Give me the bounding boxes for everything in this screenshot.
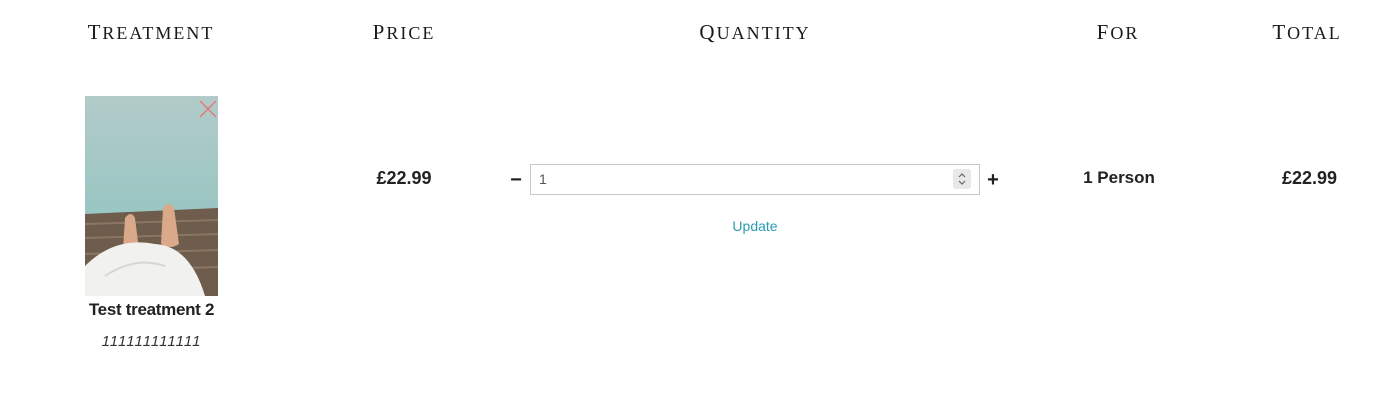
treatment-code: 111111111111 [101,333,202,350]
treatment-photo[interactable] [85,96,218,296]
item-price: £22.99 [376,168,432,188]
remove-item-close-icon[interactable] [198,99,218,119]
header-total: Total [1272,20,1342,44]
item-total: £22.99 [1281,168,1337,188]
header-price: Price [372,20,436,44]
update-button[interactable]: Update [700,218,810,234]
header-quantity: Quantity [699,20,811,44]
header-for: For [1096,20,1140,44]
quantity-input[interactable]: 1 [530,164,980,195]
quantity-decrease-button[interactable]: − [507,167,525,193]
treatment-name[interactable]: Test treatment 2 [70,300,233,320]
quantity-increase-button[interactable]: + [984,167,1002,193]
header-treatment: Treatment [87,20,215,44]
item-for: 1 Person [1083,168,1155,187]
quantity-spinner[interactable] [953,169,971,189]
